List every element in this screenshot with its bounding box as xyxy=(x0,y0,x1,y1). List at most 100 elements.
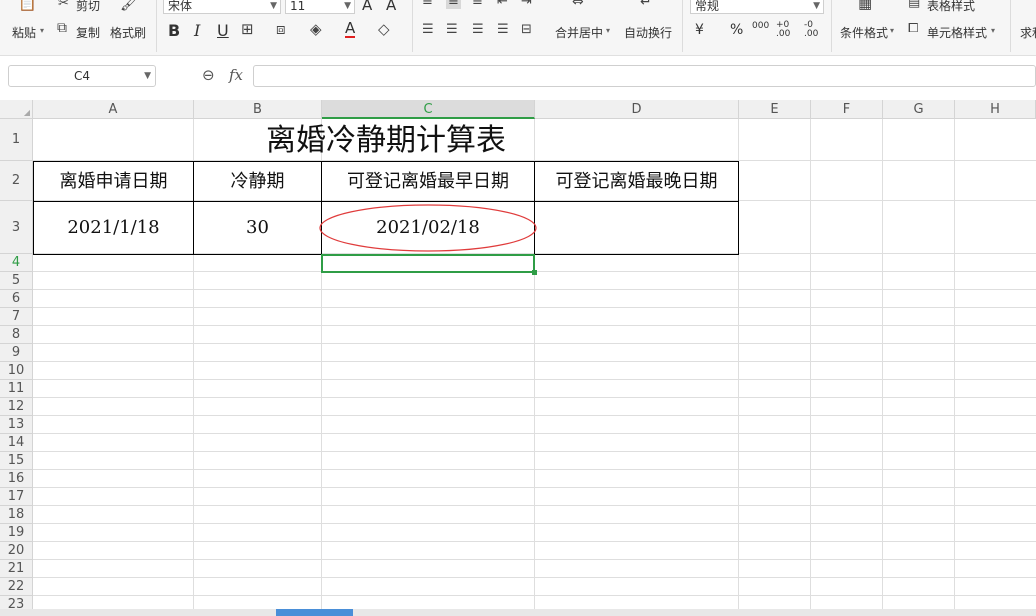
corner-triangle-icon: ◢ xyxy=(23,108,30,117)
underline-button[interactable]: U xyxy=(217,21,229,40)
conditional-format-button[interactable]: 条件格式 xyxy=(840,24,888,41)
row-header-4[interactable]: 4 xyxy=(0,254,33,272)
fill-color-icon[interactable]: ◈ xyxy=(310,20,322,38)
borders-icon[interactable]: ⊞ xyxy=(241,20,254,38)
row-header-10[interactable]: 10 xyxy=(0,362,33,380)
column-header-e[interactable]: E xyxy=(739,100,811,119)
cell-cooling-period[interactable]: 30 xyxy=(193,201,322,255)
italic-button[interactable]: I xyxy=(194,21,200,40)
align-middle-icon[interactable]: ≡ xyxy=(446,0,461,9)
decrease-indent-icon[interactable]: ⇤ xyxy=(497,0,508,9)
fx-button[interactable]: fx xyxy=(229,66,243,84)
row-header-6[interactable]: 6 xyxy=(0,290,33,308)
fill-pattern-icon[interactable]: ⧈ xyxy=(276,20,286,38)
row-header-3[interactable]: 3 xyxy=(0,201,33,254)
justify-icon[interactable]: ☰ xyxy=(497,22,509,37)
red-circle-annotation xyxy=(319,204,537,252)
row-header-12[interactable]: 12 xyxy=(0,398,33,416)
row-header-22[interactable]: 22 xyxy=(0,578,33,596)
table-style-button[interactable]: 表格样式 xyxy=(927,0,975,14)
row-header-19[interactable]: 19 xyxy=(0,524,33,542)
zoom-icon[interactable]: ⊖ xyxy=(202,66,215,84)
column-header-b[interactable]: B xyxy=(194,100,322,119)
font-color-icon[interactable]: A xyxy=(345,20,356,38)
align-left-icon[interactable]: ☰ xyxy=(422,22,434,37)
grid-column-line xyxy=(810,119,811,616)
wrap-text-icon: ↵ xyxy=(640,0,652,10)
column-header-h[interactable]: H xyxy=(955,100,1036,119)
cell-apply-date[interactable]: 2021/1/18 xyxy=(33,201,194,255)
formula-input[interactable] xyxy=(253,65,1036,87)
column-header-d[interactable]: D xyxy=(535,100,739,119)
column-header-a[interactable]: A xyxy=(33,100,194,119)
percent-button[interactable]: % xyxy=(730,22,743,38)
ribbon-separator xyxy=(412,0,413,52)
sheet-title[interactable]: 离婚冷静期计算表 xyxy=(34,120,738,162)
decrease-font-icon[interactable]: A xyxy=(386,0,396,14)
row-header-11[interactable]: 11 xyxy=(0,380,33,398)
align-bottom-icon[interactable]: ≡ xyxy=(472,0,483,9)
align-top-icon[interactable]: ≡ xyxy=(422,0,433,9)
row-header-7[interactable]: 7 xyxy=(0,308,33,326)
cut-button[interactable]: 剪切 xyxy=(76,0,100,14)
increase-font-icon[interactable]: A xyxy=(362,0,372,14)
wrap-text-button[interactable]: 自动换行 xyxy=(624,24,672,41)
active-cell-selection[interactable] xyxy=(321,254,537,275)
bold-button[interactable]: B xyxy=(168,21,180,40)
increase-decimal-button[interactable]: +0 .00 xyxy=(776,21,798,39)
merge-center-button[interactable]: 合并居中 xyxy=(555,24,603,41)
increase-indent-icon[interactable]: ⇥ xyxy=(521,0,532,9)
ribbon-separator xyxy=(831,0,832,52)
ribbon-separator xyxy=(156,0,157,52)
cell-style-button[interactable]: 单元格样式 xyxy=(927,24,987,41)
row-header-14[interactable]: 14 xyxy=(0,434,33,452)
chevron-down-icon[interactable]: ▾ xyxy=(890,26,894,35)
column-header-f[interactable]: F xyxy=(811,100,883,119)
select-all-corner[interactable]: ◢ xyxy=(0,100,33,119)
font-size-select[interactable]: 11 ▼ xyxy=(285,0,355,14)
header-apply-date[interactable]: 离婚申请日期 xyxy=(33,161,194,202)
chevron-down-icon[interactable]: ▾ xyxy=(991,26,995,35)
fill-handle[interactable] xyxy=(532,270,537,275)
copy-button[interactable]: 复制 xyxy=(76,24,100,41)
row-header-16[interactable]: 16 xyxy=(0,470,33,488)
row-header-20[interactable]: 20 xyxy=(0,542,33,560)
row-header-21[interactable]: 21 xyxy=(0,560,33,578)
row-header-1[interactable]: 1 xyxy=(0,119,33,161)
header-earliest-date[interactable]: 可登记离婚最早日期 xyxy=(321,161,535,202)
row-header-5[interactable]: 5 xyxy=(0,272,33,290)
row-header-8[interactable]: 8 xyxy=(0,326,33,344)
name-box[interactable]: C4 ▼ xyxy=(8,65,156,87)
column-header-c[interactable]: C xyxy=(322,100,535,119)
cell-latest-date[interactable] xyxy=(534,201,739,255)
name-box-value: C4 xyxy=(73,69,90,83)
header-latest-date[interactable]: 可登记离婚最晚日期 xyxy=(534,161,739,202)
row-header-13[interactable]: 13 xyxy=(0,416,33,434)
font-name-select[interactable]: 宋体 ▼ xyxy=(163,0,281,14)
eraser-icon[interactable]: ◇ xyxy=(378,20,390,38)
row-header-9[interactable]: 9 xyxy=(0,344,33,362)
row-header-18[interactable]: 18 xyxy=(0,506,33,524)
paste-icon[interactable]: 📋 xyxy=(18,0,37,12)
thousands-button[interactable]: 000 xyxy=(752,21,769,31)
number-format-select[interactable]: 常规 ▼ xyxy=(690,0,824,14)
header-cooling-period[interactable]: 冷静期 xyxy=(193,161,322,202)
sum-button[interactable]: 求和 xyxy=(1020,24,1036,41)
row-header-2[interactable]: 2 xyxy=(0,161,33,201)
active-sheet-tab[interactable] xyxy=(276,609,353,616)
distributed-align-icon[interactable]: ⊟ xyxy=(521,22,532,37)
paste-button[interactable]: 粘贴 xyxy=(12,24,36,41)
chevron-down-icon[interactable]: ▾ xyxy=(606,26,610,35)
align-right-icon[interactable]: ☰ xyxy=(472,22,484,37)
row-header-17[interactable]: 17 xyxy=(0,488,33,506)
row-header-15[interactable]: 15 xyxy=(0,452,33,470)
column-header-g[interactable]: G xyxy=(883,100,955,119)
align-center-icon[interactable]: ☰ xyxy=(446,22,458,37)
paste-dropdown-icon[interactable]: ▾ xyxy=(40,26,44,35)
currency-button[interactable]: ¥ xyxy=(695,22,704,38)
format-painter-button[interactable]: 格式刷 xyxy=(110,24,146,41)
decrease-decimal-button[interactable]: -0 .00 xyxy=(804,21,826,39)
table-style-icon: ▤ xyxy=(908,0,921,10)
sheet-tabs-bar xyxy=(0,609,1036,616)
cell-style-icon: ⧠ xyxy=(908,21,919,36)
